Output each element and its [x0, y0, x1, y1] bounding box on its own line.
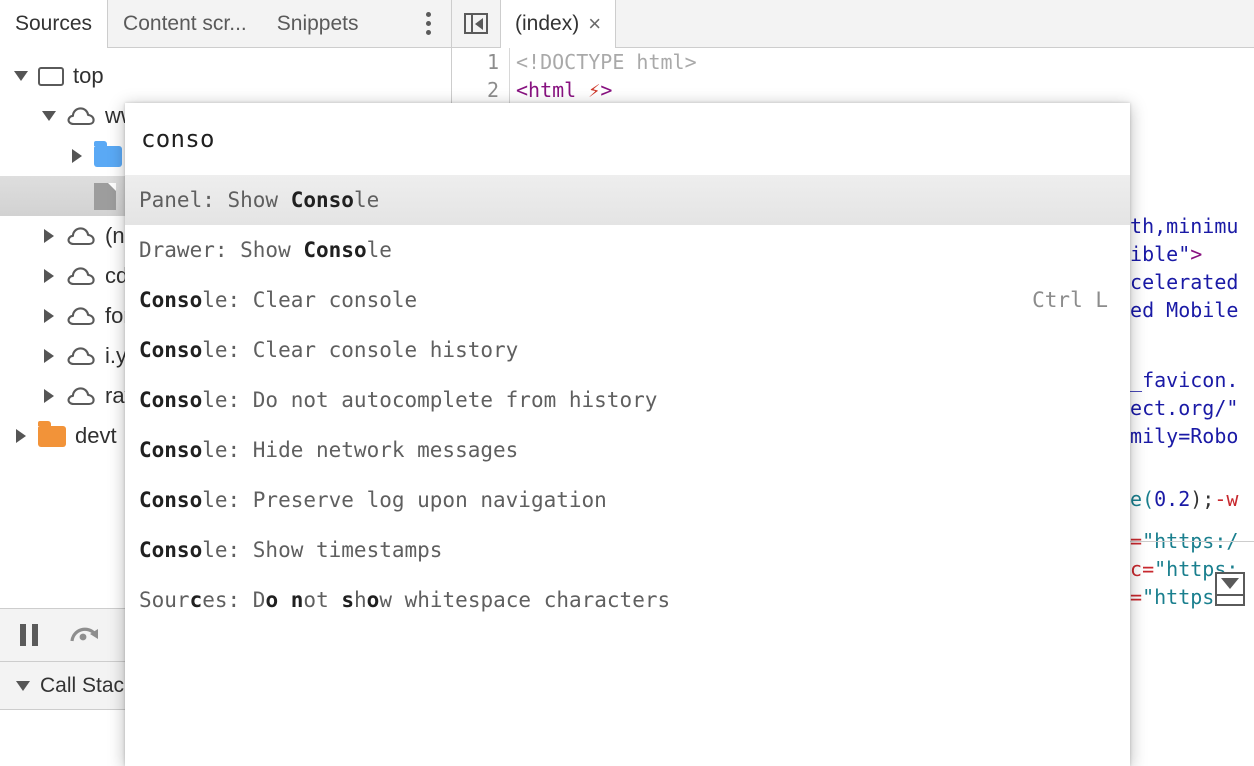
command-menu-dialog: Panel: Show Console Drawer: Show Console C…: [125, 103, 1130, 766]
code-line: dth,minimu: [1118, 212, 1238, 240]
command-menu-item[interactable]: Sources: Do not show whitespace characte…: [125, 575, 1130, 625]
chevron-down-icon[interactable]: [38, 111, 60, 121]
pause-icon[interactable]: [20, 624, 38, 646]
cloud-icon: [66, 305, 96, 327]
command-menu-item[interactable]: Console: Clear console history: [125, 325, 1130, 375]
chevron-right-icon[interactable]: [10, 429, 32, 443]
command-menu-input[interactable]: [141, 125, 1114, 153]
folder-blue-icon: [94, 140, 122, 167]
line-number: 1: [486, 50, 499, 74]
close-icon[interactable]: ×: [588, 13, 601, 35]
chevron-right-icon[interactable]: [38, 229, 60, 243]
tab-snippets[interactable]: Snippets: [262, 0, 374, 47]
code-token: 0.2: [1154, 487, 1191, 511]
command-menu-item[interactable]: Panel: Show Console: [125, 175, 1130, 225]
code-token: );: [1190, 487, 1215, 511]
folder-orange-icon: [38, 420, 66, 447]
tab-label: Content scr...: [123, 11, 247, 35]
show-navigator-icon[interactable]: [452, 0, 500, 47]
cloud-icon: [66, 385, 96, 407]
code-token: dth,minimu: [1118, 214, 1239, 238]
code-token: <!DOCTYPE html>: [516, 50, 697, 74]
line-number: 2: [486, 78, 499, 102]
code-token: >: [1190, 242, 1203, 266]
call-stack-label: Call Stac: [40, 673, 125, 697]
command-menu-item-label: Console: Show timestamps: [139, 538, 443, 562]
code-line: amily=Robo: [1118, 422, 1238, 450]
step-over-icon[interactable]: [68, 622, 102, 648]
tree-row-label: top: [73, 63, 104, 88]
code-line: p_favicon.: [1118, 366, 1238, 394]
code-token: <html: [516, 78, 577, 102]
command-menu-input-row: [125, 103, 1130, 175]
code-token: -w: [1214, 487, 1239, 511]
chevron-right-icon[interactable]: [38, 269, 60, 283]
command-menu-item[interactable]: Console: Show timestamps: [125, 525, 1130, 575]
command-menu-item[interactable]: Console: Preserve log upon navigation: [125, 475, 1130, 525]
code-line: ject.org/": [1118, 394, 1238, 422]
tab-label: Snippets: [276, 11, 359, 35]
code-line: le(0.2);-w: [1118, 485, 1238, 513]
cloud-icon: [66, 105, 96, 127]
tree-row-label: devt: [75, 423, 117, 448]
code-token: amily=Robo: [1118, 424, 1239, 448]
command-menu-item[interactable]: Drawer: Show Console: [125, 225, 1130, 275]
sources-tab-list: Sources Content scr... Snippets: [0, 0, 374, 48]
cloud-icon: [66, 345, 96, 367]
editor-tab-bar: (index) ×: [452, 0, 1254, 48]
command-menu-item[interactable]: Console: Do not autocomplete from histor…: [125, 375, 1130, 425]
chevron-right-icon[interactable]: [38, 349, 60, 363]
chevron-right-icon[interactable]: [66, 149, 88, 163]
cloud-icon: [66, 265, 96, 287]
editor-tab-label: (index): [515, 12, 580, 35]
code-token: p_favicon.: [1118, 368, 1239, 392]
command-menu-item[interactable]: Console: Clear console Ctrl L: [125, 275, 1130, 325]
tab-label: Sources: [15, 11, 93, 35]
command-menu-item-label: Console: Hide network messages: [139, 438, 519, 462]
command-menu-item-label: Console: Clear console: [139, 288, 418, 312]
scroll-to-bottom-icon[interactable]: [1215, 572, 1245, 606]
code-line: <html ⚡>: [516, 76, 1254, 104]
tab-sources[interactable]: Sources: [0, 0, 109, 48]
code-token: ccelerated: [1118, 270, 1239, 294]
cloud-icon: [66, 225, 96, 247]
code-token: ject.org/": [1118, 396, 1239, 420]
tree-row[interactable]: top: [0, 56, 451, 96]
command-menu-item-label: Panel: Show Console: [139, 188, 380, 212]
chevron-right-icon[interactable]: [38, 309, 60, 323]
more-vertical-icon[interactable]: [405, 0, 451, 47]
chevron-down-icon: [12, 680, 34, 691]
tab-content-scr[interactable]: Content scr...: [108, 0, 262, 47]
sources-tab-bar: Sources Content scr... Snippets: [0, 0, 451, 48]
command-menu-item-shortcut: Ctrl L: [1032, 288, 1108, 312]
command-menu-item-label: Console: Preserve log upon navigation: [139, 488, 607, 512]
command-menu-item-label: Sources: Do not show whitespace characte…: [139, 588, 671, 612]
code-token: >: [600, 78, 613, 102]
command-menu-item-label: Console: Clear console history: [139, 338, 519, 362]
chevron-down-icon[interactable]: [10, 71, 32, 81]
command-menu-item-label: Console: Do not autocomplete from histor…: [139, 388, 658, 412]
editor-tab-index[interactable]: (index) ×: [500, 0, 617, 48]
file-icon: [94, 182, 116, 210]
code-token: ted Mobile: [1118, 298, 1239, 322]
command-menu-item[interactable]: Console: Hide network messages: [125, 425, 1130, 475]
chevron-right-icon[interactable]: [38, 389, 60, 403]
code-line: tible">: [1118, 240, 1202, 268]
code-line: ted Mobile: [1118, 296, 1238, 324]
devtools-window: SourcesContent scr...Snippets topwws(noc…: [0, 0, 1254, 766]
code-line: <!DOCTYPE html>: [516, 48, 1254, 76]
command-menu-results[interactable]: Panel: Show Console Drawer: Show Console C…: [125, 175, 1130, 766]
code-token: ⚡: [588, 78, 601, 102]
frame-icon: [38, 66, 64, 86]
code-line: ccelerated: [1118, 268, 1238, 296]
command-menu-item-label: Drawer: Show Console: [139, 238, 392, 262]
